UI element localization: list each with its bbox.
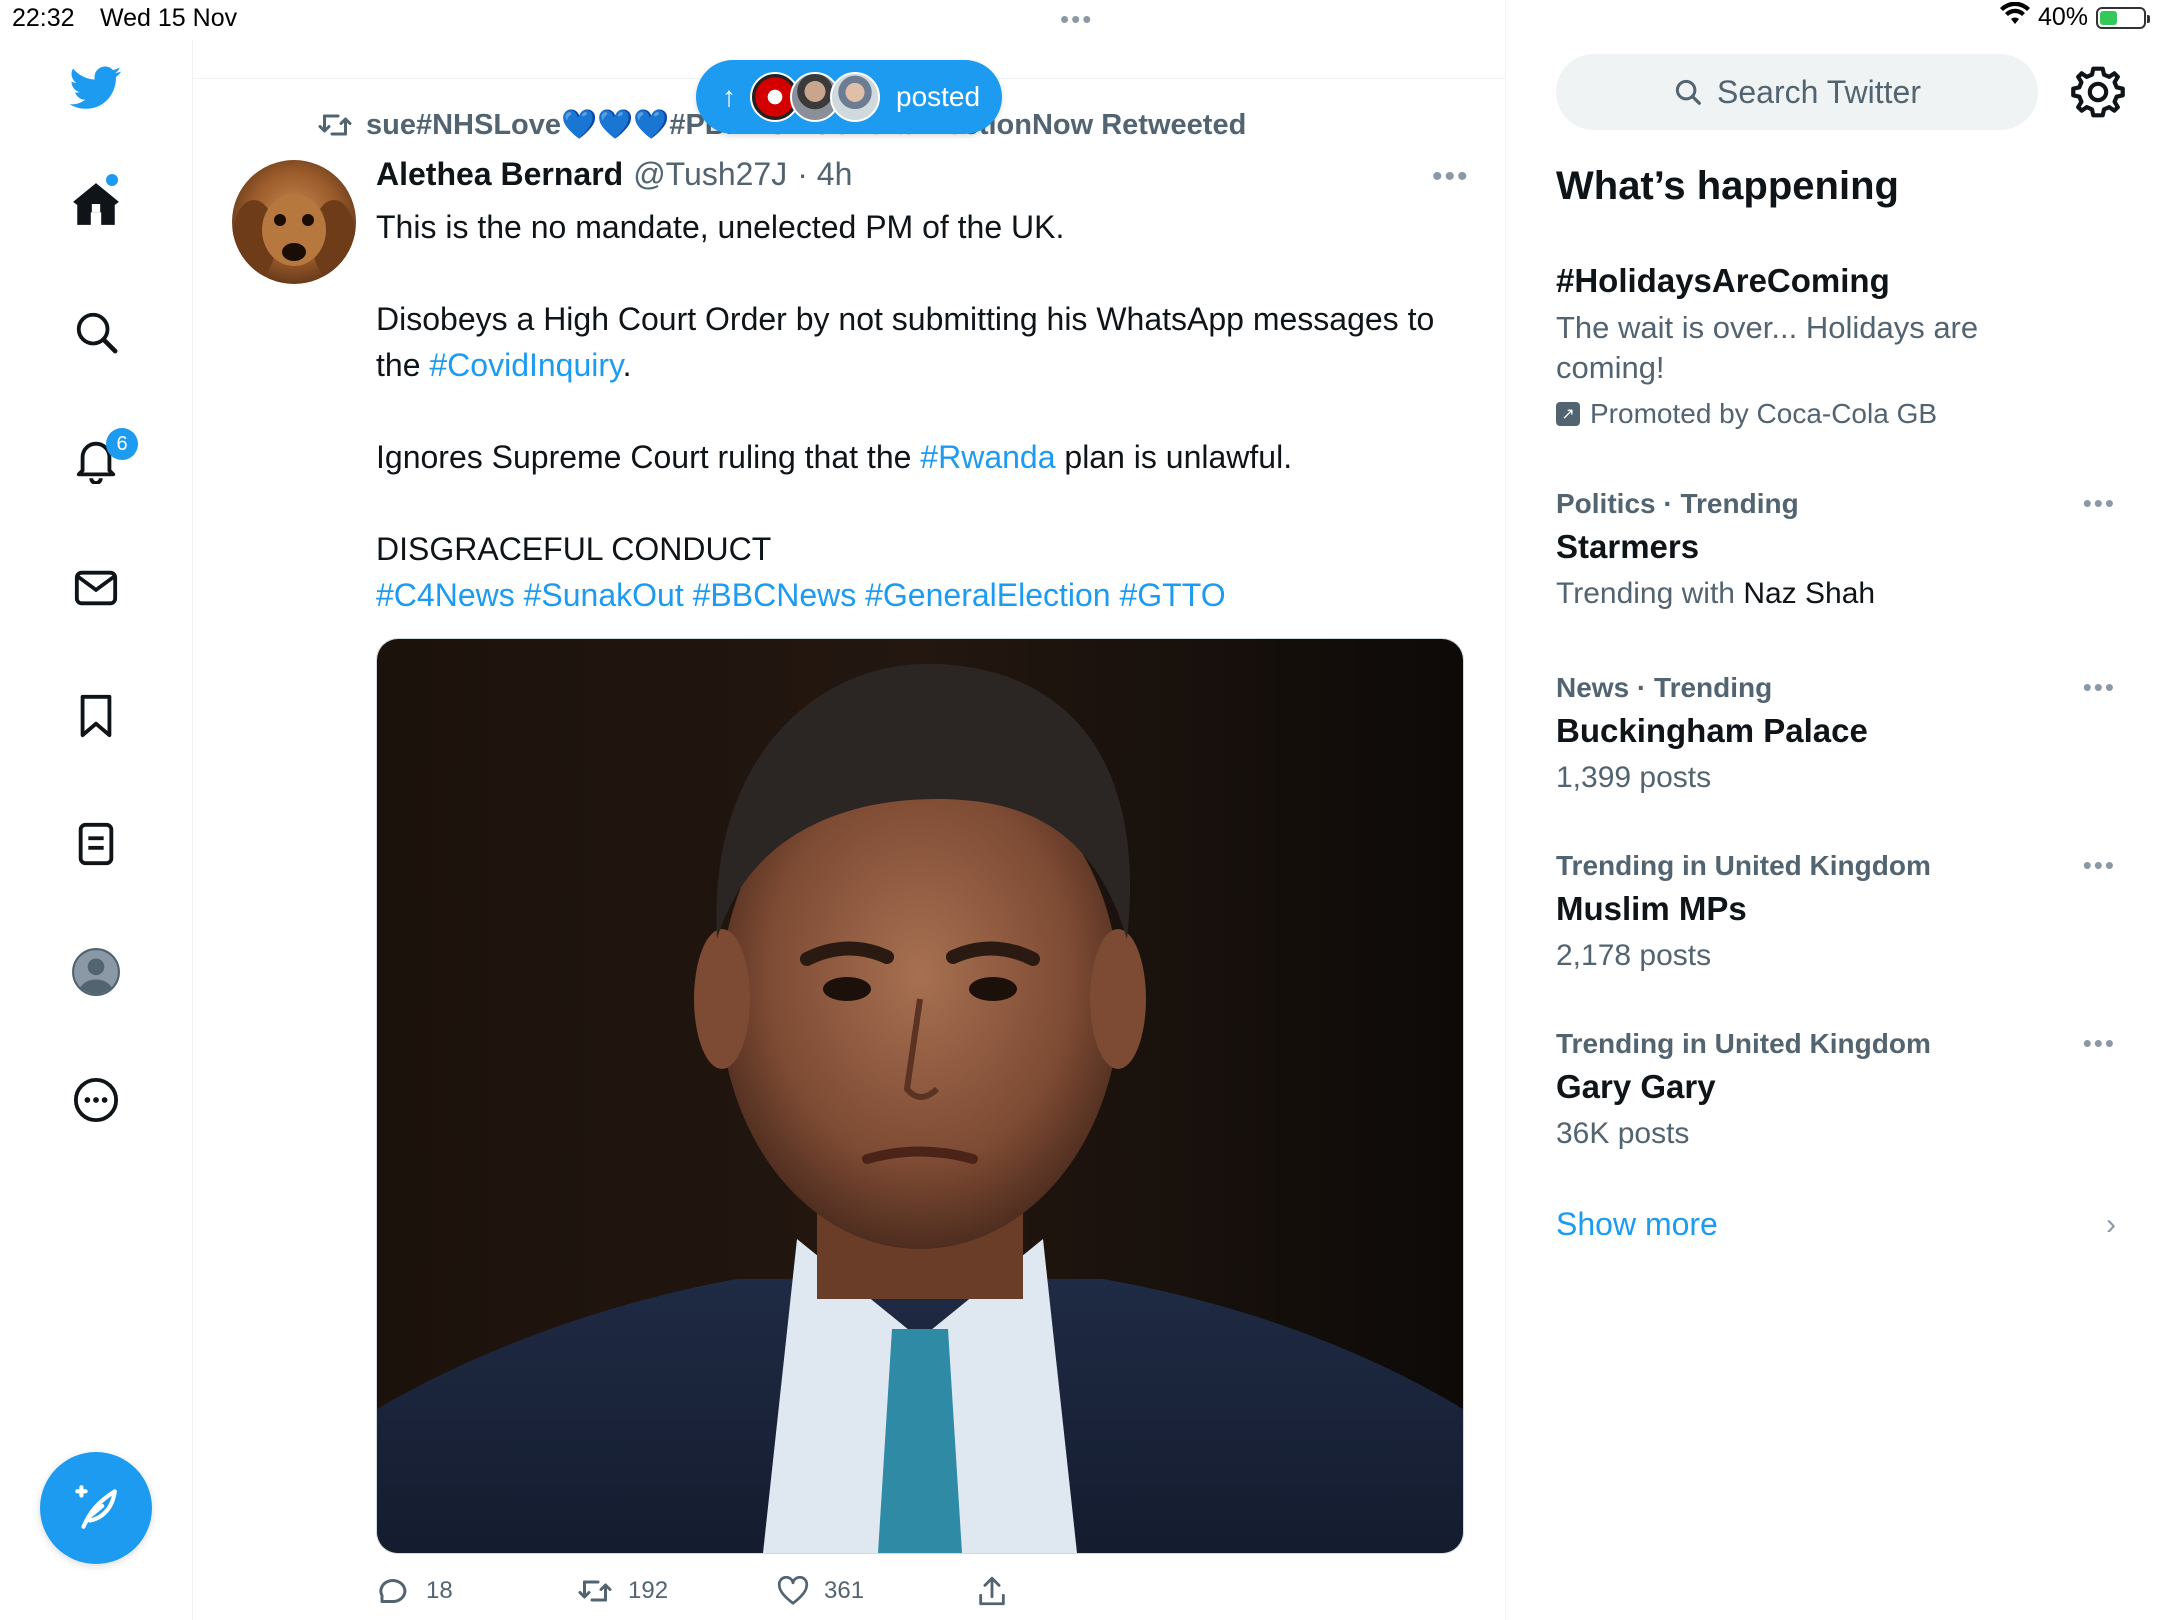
battery-nub: [2147, 14, 2150, 23]
sidebar-item-lists[interactable]: [66, 814, 126, 874]
portrait-photo-image: [377, 639, 1463, 1553]
battery-icon: [2096, 6, 2150, 29]
trend-subtitle-name: Naz Shah: [1743, 577, 1876, 610]
trend-title: Gary Gary: [1556, 1068, 1716, 1105]
author-name[interactable]: Alethea Bernard: [376, 156, 623, 193]
like-count: 361: [824, 1577, 865, 1604]
dog-avatar-image: [232, 160, 356, 284]
show-more-label: Show more: [1556, 1206, 1718, 1242]
tweet-paragraph: DISGRACEFUL CONDUCT: [376, 531, 772, 567]
trend-more-options-icon[interactable]: •••: [2083, 488, 2116, 519]
feather-plus-icon: [75, 1485, 117, 1529]
list-icon: [78, 822, 114, 866]
trend-meta: News · Trending: [1556, 672, 1773, 703]
heart-icon: [777, 1576, 809, 1605]
trend-item[interactable]: Trending in United Kingdom Gary Gary 36K…: [1556, 1028, 2116, 1154]
share-button[interactable]: [976, 1574, 1176, 1608]
trend-item[interactable]: Trending in United Kingdom Muslim MPs 2,…: [1556, 850, 2116, 976]
author-avatar[interactable]: [232, 160, 356, 284]
retweet-icon: [578, 1580, 612, 1602]
pill-avatars: [750, 72, 880, 122]
trend-subtitle: 36K posts: [1556, 1117, 1690, 1150]
profile-avatar-icon: [72, 948, 120, 996]
compose-tweet-button[interactable]: [40, 1452, 152, 1564]
trend-meta: Politics · Trending: [1556, 488, 1799, 519]
promoted-trend[interactable]: #HolidaysAreComing The wait is over... H…: [1556, 262, 2116, 430]
search-placeholder: Search Twitter: [1717, 73, 1921, 110]
trend-more-options-icon[interactable]: •••: [2083, 672, 2116, 703]
trend-title: Buckingham Palace: [1556, 712, 1868, 749]
trend-meta: Trending in United Kingdom: [1556, 1028, 1931, 1059]
search-icon: [76, 312, 118, 354]
tweet-actions: 18 192 361: [376, 1574, 1176, 1608]
tweet-text-segment: .: [622, 347, 632, 383]
notifications-badge: 6: [106, 428, 138, 460]
trend-subtitle: 1,399 posts: [1556, 761, 1712, 794]
sidebar-item-messages[interactable]: [66, 558, 126, 618]
home-unread-dot: [106, 174, 118, 186]
tweet-text-segment: plan is unlawful.: [1055, 439, 1293, 475]
like-button[interactable]: 361: [776, 1576, 976, 1606]
sidebar-item-profile[interactable]: [66, 942, 126, 1002]
search-input[interactable]: Search Twitter: [1556, 54, 2038, 130]
reply-button[interactable]: 18: [376, 1574, 576, 1608]
settings-gear-icon[interactable]: [2070, 64, 2126, 120]
retweet-count: 192: [628, 1577, 669, 1604]
trend-more-options-icon[interactable]: •••: [2083, 850, 2116, 881]
tweet-paragraph: Ignores Supreme Court ruling that the #R…: [376, 434, 1446, 480]
retweet-button[interactable]: 192: [576, 1576, 776, 1606]
tweet-more-options-icon[interactable]: •••: [1432, 160, 1470, 194]
more-circle-icon: [73, 1077, 119, 1123]
sidebar-item-bookmarks[interactable]: [66, 686, 126, 746]
trend-subtitle: Trending with Naz Shah: [1556, 574, 2116, 614]
new-posts-label: posted: [896, 81, 981, 112]
tweet-photo[interactable]: [376, 638, 1464, 1554]
pill-avatar: [830, 72, 880, 122]
trend-title: Muslim MPs: [1556, 890, 1747, 927]
trend-title: Starmers: [1556, 528, 1700, 565]
hashtag-link[interactable]: #CovidInquiry: [429, 347, 622, 383]
trend-more-options-icon[interactable]: •••: [2083, 1028, 2116, 1059]
trend-item[interactable]: News · Trending Buckingham Palace 1,399 …: [1556, 672, 2116, 798]
sidebar-item-explore[interactable]: [66, 302, 126, 362]
new-posts-pill[interactable]: ↑ posted: [696, 60, 1002, 134]
retweet-icon: [318, 114, 352, 136]
tweet-text-segment: Ignores Supreme Court ruling that the: [376, 439, 921, 475]
promoted-icon: ↗: [1556, 402, 1580, 426]
status-right: 40%: [1999, 1, 2150, 33]
trend-subtitle-prefix: Trending with: [1556, 577, 1744, 610]
share-icon: [979, 1576, 1005, 1606]
sidebar-item-more[interactable]: [66, 1070, 126, 1130]
bookmark-icon: [80, 694, 112, 738]
search-icon: [1675, 79, 1701, 105]
trend-title: #HolidaysAreComing: [1556, 262, 1890, 299]
reply-icon: [379, 1579, 407, 1603]
hashtag-links[interactable]: #C4News #SunakOut #BBCNews #GeneralElect…: [376, 572, 1446, 618]
trend-meta: Trending in United Kingdom: [1556, 850, 1931, 881]
promoted-by-label: Promoted by Coca-Cola GB: [1590, 398, 1938, 429]
trend-description: The wait is over... Holidays are coming!: [1556, 310, 1979, 385]
battery-fill: [2100, 10, 2117, 25]
battery-percent: 40%: [2037, 3, 2088, 31]
tweet-time[interactable]: · 4h: [797, 156, 852, 193]
promoted-by: ↗ Promoted by Coca-Cola GB: [1556, 398, 2116, 430]
tweet-header: Alethea Bernard @Tush27J · 4h: [376, 156, 852, 193]
home-icon: [73, 183, 119, 225]
chevron-right-icon: ›: [2106, 1207, 2116, 1241]
hashtag-link[interactable]: #Rwanda: [920, 439, 1055, 475]
twitter-logo-icon[interactable]: [66, 58, 126, 118]
mail-icon: [74, 570, 118, 606]
whats-happening-heading: What’s happening: [1556, 164, 1899, 208]
wifi-icon: [1999, 1, 2030, 33]
status-time: 22:32: [12, 4, 75, 32]
author-handle[interactable]: @Tush27J: [633, 156, 787, 193]
trend-subtitle: 2,178 posts: [1556, 939, 1712, 972]
arrow-up-icon: ↑: [722, 81, 736, 112]
trend-item[interactable]: Politics · Trending Starmers Trending wi…: [1556, 488, 2116, 614]
tweet-text: This is the no mandate, unelected PM of …: [376, 204, 1446, 618]
reply-count: 18: [426, 1577, 453, 1604]
tweet-paragraph: This is the no mandate, unelected PM of …: [376, 209, 1065, 245]
tweet-paragraph: Disobeys a High Court Order by not submi…: [376, 296, 1446, 388]
show-more-link[interactable]: Show more ›: [1556, 1206, 2116, 1243]
